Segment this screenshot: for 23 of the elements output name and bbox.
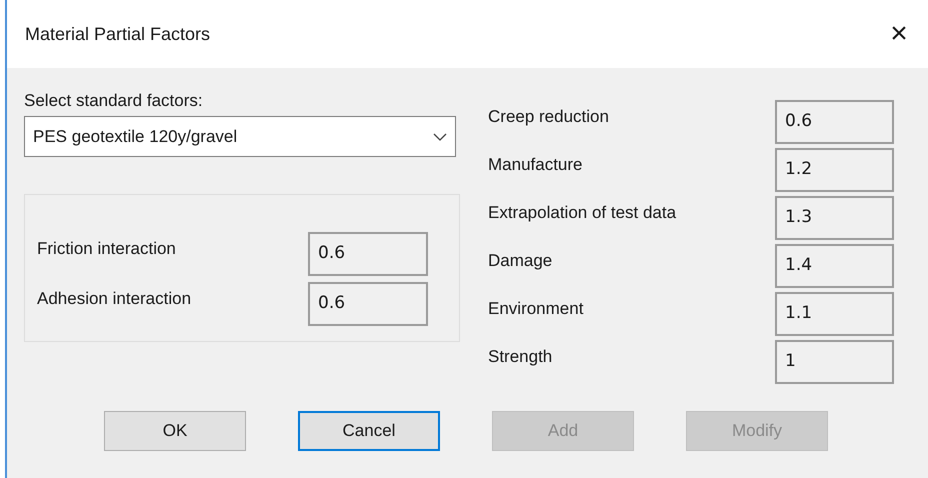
input-field[interactable]: 0.6 [308, 232, 428, 276]
caret-icon [433, 132, 447, 140]
field-label: Creep reduction [488, 106, 610, 128]
input-field[interactable]: 1.1 [775, 292, 894, 336]
window-title: Material Partial Factors [25, 22, 210, 46]
input-field[interactable]: 1.2 [775, 148, 894, 192]
input-field[interactable]: 0.6 [308, 282, 428, 326]
field-label: Damage [488, 250, 554, 272]
input-field[interactable]: 1 [775, 340, 894, 384]
field-label: Manufacture [488, 154, 584, 176]
field-label: Friction interaction [37, 238, 177, 260]
input-field[interactable]: 1.4 [775, 244, 894, 288]
input-field[interactable]: 0.6 [775, 100, 894, 144]
field-label: Environment [488, 298, 584, 320]
field-label: Adhesion interaction [37, 288, 192, 310]
field-label: Extrapolation of test data [488, 202, 678, 224]
field-label: Strength [488, 346, 554, 368]
close-button[interactable]: × [879, 14, 919, 54]
dialog-button[interactable]: Cancel [298, 411, 440, 451]
dialog-button[interactable]: OK [104, 411, 246, 451]
input-field[interactable]: 1.3 [775, 196, 894, 240]
standard-dropdown[interactable]: PES geotextile 120y/gravel [24, 116, 456, 157]
field-label: Select standard factors: [24, 90, 204, 110]
